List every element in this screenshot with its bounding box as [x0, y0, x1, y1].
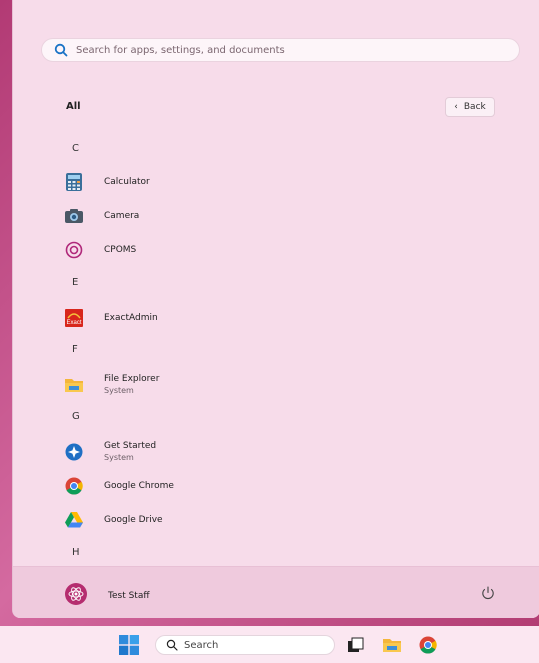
taskbar: Search: [0, 626, 539, 663]
app-cpoms[interactable]: CPOMS: [65, 241, 136, 259]
chrome-icon: [65, 477, 83, 495]
user-name: Test Staff: [108, 591, 150, 601]
group-letter-c[interactable]: C: [72, 143, 79, 154]
app-camera[interactable]: Camera: [65, 207, 139, 225]
app-subtitle: System: [104, 386, 134, 395]
taskbar-search[interactable]: Search: [155, 635, 335, 655]
search-placeholder: Search for apps, settings, and documents: [76, 44, 285, 56]
app-name: File Explorer: [104, 374, 160, 384]
start-button[interactable]: [117, 633, 141, 657]
chrome-taskbar-icon[interactable]: [419, 636, 437, 654]
back-label: Back: [463, 102, 486, 112]
search-icon: [54, 43, 68, 57]
search-box[interactable]: Search for apps, settings, and documents: [41, 38, 520, 62]
chevron-left-icon: ‹: [454, 102, 458, 112]
get-started-icon: [65, 443, 83, 461]
app-name: ExactAdmin: [104, 313, 158, 323]
app-name: CPOMS: [104, 245, 137, 255]
exactadmin-icon: Exact: [65, 309, 83, 327]
app-get-started[interactable]: Get Started System: [65, 441, 156, 462]
search-icon: [166, 639, 178, 651]
google-drive-icon: [65, 511, 83, 529]
group-letter-e[interactable]: E: [72, 277, 78, 288]
folder-icon: [65, 376, 83, 394]
avatar: [65, 583, 87, 609]
user-account-button[interactable]: Test Staff: [65, 583, 150, 609]
back-button[interactable]: ‹ Back: [445, 97, 495, 117]
app-google-chrome[interactable]: Google Chrome: [65, 477, 174, 495]
app-calculator[interactable]: Calculator: [65, 173, 150, 191]
app-name: Google Chrome: [104, 481, 174, 491]
group-letter-h[interactable]: H: [72, 547, 80, 558]
task-view-icon[interactable]: [347, 636, 365, 654]
group-letter-f[interactable]: F: [72, 344, 78, 355]
app-subtitle: System: [104, 453, 134, 462]
app-file-explorer[interactable]: File Explorer System: [65, 374, 159, 395]
app-name: Get Started: [104, 441, 157, 451]
group-letter-g[interactable]: G: [72, 411, 80, 422]
app-google-drive[interactable]: Google Drive: [65, 511, 163, 529]
file-explorer-taskbar-icon[interactable]: [383, 636, 401, 654]
windows-logo-icon: [119, 635, 139, 655]
all-apps-heading: All: [66, 101, 81, 112]
power-icon[interactable]: [480, 585, 496, 601]
taskbar-search-label: Search: [184, 639, 219, 651]
calculator-icon: [65, 173, 83, 191]
app-exactadmin[interactable]: Exact ExactAdmin: [65, 309, 158, 327]
camera-icon: [65, 207, 83, 225]
app-name: Camera: [104, 211, 140, 221]
exact-icon-text: Exact: [66, 320, 81, 326]
start-menu: Search for apps, settings, and documents…: [12, 0, 539, 618]
start-footer: Test Staff: [13, 566, 539, 618]
cpoms-icon: [65, 241, 83, 259]
app-name: Calculator: [104, 177, 150, 187]
app-name: Google Drive: [104, 515, 163, 525]
